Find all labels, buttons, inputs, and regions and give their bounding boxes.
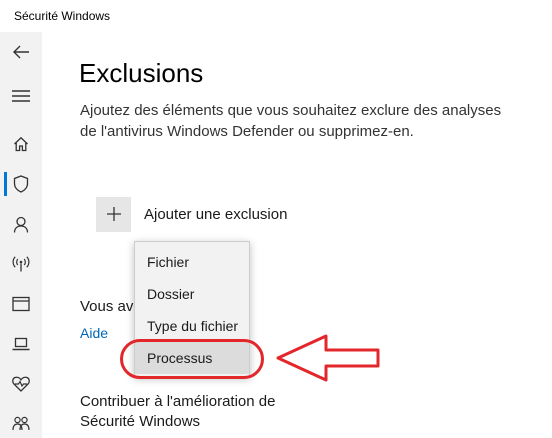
windows-security-window: Sécurité Windows Exclusions Ajoutez des … — [0, 0, 552, 438]
annotation-arrow-icon — [276, 334, 380, 382]
